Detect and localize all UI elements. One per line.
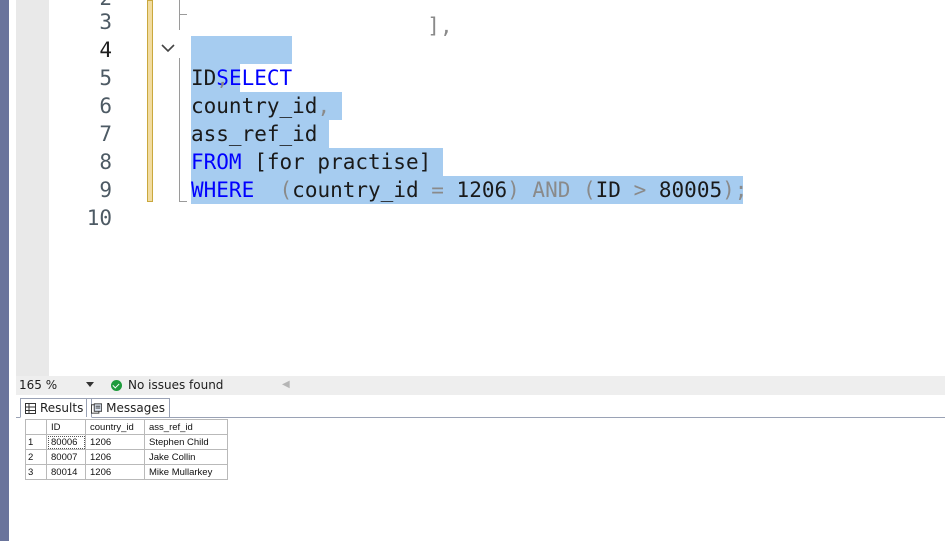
- condition-value: 80005: [646, 178, 723, 202]
- code-line-8: FROM [for practise]: [191, 148, 431, 176]
- column-header-id[interactable]: ID: [46, 419, 86, 435]
- cell-ass-ref-id[interactable]: Stephen Child: [144, 434, 228, 450]
- grid-header-row: ID country_id ass_ref_id: [25, 419, 228, 435]
- scroll-left-icon[interactable]: ◀: [282, 379, 290, 390]
- code-line-partial: ],: [427, 14, 453, 38]
- row-number[interactable]: 2: [25, 449, 47, 465]
- operator-greater: >: [633, 178, 647, 202]
- column-header-ass-ref-id[interactable]: ass_ref_id: [144, 419, 228, 435]
- line-number: 9: [99, 178, 112, 202]
- comma: ,: [216, 66, 229, 90]
- fold-guide-line: [179, 0, 180, 30]
- fold-guide-tick: [179, 14, 187, 15]
- comma: ,: [317, 94, 331, 118]
- line-number: 6: [99, 94, 112, 118]
- editor-glyph-margin: [16, 0, 49, 376]
- operator-and: AND: [519, 178, 583, 202]
- result-tabs: Results Messages: [16, 395, 945, 418]
- column-country-id: country_id: [191, 94, 318, 118]
- cell-ass-ref-id[interactable]: Mike Mullarkey: [144, 464, 228, 480]
- table-row[interactable]: 2 80007 1206 Jake Collin: [25, 449, 228, 465]
- paren: (: [279, 178, 293, 202]
- line-number: 5: [99, 66, 112, 90]
- table-name: [for practise]: [241, 150, 432, 174]
- cell-id[interactable]: 80006: [46, 434, 86, 450]
- tab-results-label: Results: [40, 401, 84, 415]
- zoom-level[interactable]: 165 %: [19, 378, 57, 392]
- line-number-current: 4: [99, 38, 112, 62]
- code-line-7: ass_ref_id: [191, 120, 317, 148]
- paren: ): [507, 178, 520, 202]
- fold-guide-tick: [179, 201, 187, 202]
- cell-country-id[interactable]: 1206: [85, 464, 145, 480]
- check-circle-icon: [111, 379, 122, 391]
- table-row[interactable]: 1 80006 1206 Stephen Child: [25, 434, 228, 450]
- messages-icon: [91, 402, 103, 414]
- issues-indicator[interactable]: No issues found: [111, 378, 223, 392]
- line-number: 7: [99, 122, 112, 146]
- column-header-country-id[interactable]: country_id: [85, 419, 145, 435]
- left-edge-bar: [0, 0, 9, 541]
- zoom-dropdown-icon[interactable]: [86, 382, 94, 388]
- tab-results[interactable]: Results: [20, 398, 92, 418]
- fold-guide-line: [179, 58, 180, 202]
- tab-messages-label: Messages: [106, 401, 165, 415]
- column-id: ID: [191, 66, 217, 90]
- cell-country-id[interactable]: 1206: [85, 434, 145, 450]
- keyword-from: FROM: [191, 150, 242, 174]
- row-number[interactable]: 1: [25, 434, 47, 450]
- editor-status-bar: 165 % No issues found ◀: [16, 376, 945, 395]
- condition-column: ID: [595, 178, 634, 202]
- row-number[interactable]: 3: [25, 464, 47, 480]
- line-number: 8: [99, 150, 112, 174]
- code-line-6: country_id,: [191, 92, 330, 120]
- cell-id[interactable]: 80014: [46, 464, 86, 480]
- keyword-where: WHERE: [191, 178, 255, 202]
- code-line-9: WHERE (country_id = 1206) AND (ID > 8000…: [191, 176, 747, 204]
- column-ass-ref-id: ass_ref_id: [191, 122, 318, 146]
- cell-ass-ref-id[interactable]: Jake Collin: [144, 449, 228, 465]
- code-line-5: ID,: [191, 64, 229, 92]
- tab-messages[interactable]: Messages: [86, 398, 170, 417]
- cell-id[interactable]: 80007: [46, 449, 86, 465]
- corner-cell[interactable]: [25, 419, 47, 435]
- cell-country-id[interactable]: 1206: [85, 449, 145, 465]
- paren: ): [722, 178, 735, 202]
- semicolon: ;: [734, 178, 748, 202]
- issues-label: No issues found: [128, 378, 224, 392]
- paren: (: [583, 178, 596, 202]
- operator-equals: =: [431, 178, 444, 202]
- line-number: 3: [99, 10, 112, 34]
- grid-icon: [25, 402, 36, 414]
- condition-column: country_id: [292, 178, 432, 202]
- results-grid[interactable]: ID country_id ass_ref_id 1 80006 1206 St…: [25, 419, 228, 480]
- line-number: 10: [86, 206, 112, 230]
- change-tracking-bar: [147, 0, 153, 202]
- left-gap: [9, 0, 16, 541]
- collapse-chevron-icon[interactable]: [158, 38, 178, 58]
- table-row[interactable]: 3 80014 1206 Mike Mullarkey: [25, 464, 228, 480]
- condition-value: 1206: [443, 178, 508, 202]
